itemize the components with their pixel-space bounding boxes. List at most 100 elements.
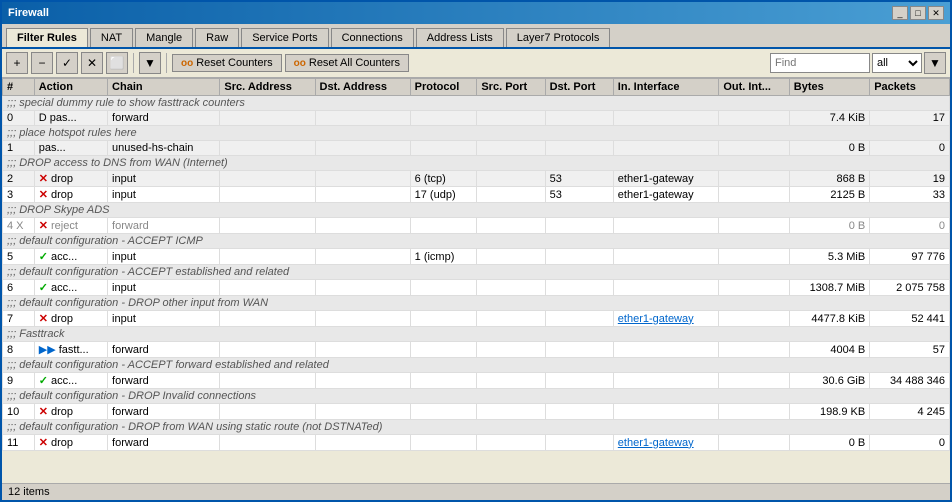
cell-action: ✕ drop: [34, 404, 107, 420]
cell-action: ✕ drop: [34, 435, 107, 451]
table-row[interactable]: 6✓ acc...input1308.7 MiB2 075 758: [3, 280, 950, 296]
section-header-row[interactable]: ;;; default configuration - ACCEPT ICMP: [3, 234, 950, 249]
cell-bytes: 0 B: [789, 435, 869, 451]
add-button[interactable]: +: [6, 52, 28, 74]
search-input[interactable]: [770, 53, 870, 73]
section-header-row[interactable]: ;;; DROP Skype ADS: [3, 203, 950, 218]
cell-bytes: 868 B: [789, 171, 869, 187]
table-row[interactable]: 8▶▶ fastt...forward4004 B57: [3, 342, 950, 358]
minimize-button[interactable]: _: [892, 6, 908, 20]
cell-in-iface: ether1-gateway: [613, 171, 719, 187]
cell-protocol: [410, 111, 477, 126]
section-header-row[interactable]: ;;; Fasttrack: [3, 327, 950, 342]
tab-mangle[interactable]: Mangle: [135, 28, 193, 47]
table-row[interactable]: 1pas...unused-hs-chain0 B0: [3, 141, 950, 156]
table-row[interactable]: 0D pas...forward7.4 KiB17: [3, 111, 950, 126]
cell-src-port: [477, 218, 545, 234]
section-header-row[interactable]: ;;; place hotspot rules here: [3, 126, 950, 141]
section-header-text: ;;; place hotspot rules here: [3, 126, 950, 141]
cell-protocol: [410, 373, 477, 389]
tab-connections[interactable]: Connections: [331, 28, 414, 47]
cell-chain: input: [108, 311, 220, 327]
cell-bytes: 0 B: [789, 218, 869, 234]
rules-table: # Action Chain Src. Address Dst. Address…: [2, 78, 950, 451]
table-row[interactable]: 9✓ acc...forward30.6 GiB34 488 346: [3, 373, 950, 389]
section-header-row[interactable]: ;;; default configuration - DROP Invalid…: [3, 389, 950, 404]
cell-num: 2: [3, 171, 35, 187]
cell-out-iface: [719, 171, 789, 187]
section-header-row[interactable]: ;;; default configuration - DROP from WA…: [3, 420, 950, 435]
section-header-row[interactable]: ;;; default configuration - ACCEPT estab…: [3, 265, 950, 280]
search-filter-select[interactable]: all: [872, 53, 922, 73]
cell-action: ✓ acc...: [34, 373, 107, 389]
col-bytes: Bytes: [789, 79, 869, 96]
col-src-port: Src. Port: [477, 79, 545, 96]
tab-filter-rules[interactable]: Filter Rules: [6, 28, 88, 47]
copy-button[interactable]: ⬜: [106, 52, 128, 74]
drop-icon: ✕: [39, 173, 48, 185]
reset-all-counters-button[interactable]: oo Reset All Counters: [285, 54, 409, 72]
cell-src-addr: [220, 218, 315, 234]
tab-raw[interactable]: Raw: [195, 28, 239, 47]
cell-chain: input: [108, 249, 220, 265]
cell-src-addr: [220, 249, 315, 265]
cell-num: 6: [3, 280, 35, 296]
tab-service-ports[interactable]: Service Ports: [241, 28, 328, 47]
cell-src-port: [477, 435, 545, 451]
table-row[interactable]: 7✕ dropinputether1-gateway4477.8 KiB52 4…: [3, 311, 950, 327]
cell-in-iface: [613, 342, 719, 358]
cell-in-iface: [613, 218, 719, 234]
search-dropdown-button[interactable]: ▼: [924, 52, 946, 74]
table-row[interactable]: 10✕ dropforward198.9 KB4 245: [3, 404, 950, 420]
cell-packets: 4 245: [870, 404, 950, 420]
tab-nat[interactable]: NAT: [90, 28, 133, 47]
cell-src-addr: [220, 435, 315, 451]
disable-button[interactable]: ✕: [81, 52, 103, 74]
section-header-row[interactable]: ;;; DROP access to DNS from WAN (Interne…: [3, 156, 950, 171]
table-row[interactable]: 5✓ acc...input1 (icmp)5.3 MiB97 776: [3, 249, 950, 265]
cell-num: 8: [3, 342, 35, 358]
enable-button[interactable]: ✓: [56, 52, 78, 74]
cell-num: 3: [3, 187, 35, 203]
oo-icon: oo: [181, 58, 193, 69]
table-row[interactable]: 3✕ dropinput17 (udp)53ether1-gateway2125…: [3, 187, 950, 203]
cell-src-port: [477, 171, 545, 187]
tab-address-lists[interactable]: Address Lists: [416, 28, 504, 47]
cell-src-port: [477, 141, 545, 156]
cell-in-iface: [613, 111, 719, 126]
table-row[interactable]: 2✕ dropinput6 (tcp)53ether1-gateway868 B…: [3, 171, 950, 187]
cell-chain: forward: [108, 342, 220, 358]
cell-dst-port: [545, 249, 613, 265]
drop-icon: ✕: [39, 189, 48, 201]
table-row[interactable]: 11✕ dropforwardether1-gateway0 B0: [3, 435, 950, 451]
cell-protocol: 6 (tcp): [410, 171, 477, 187]
cell-bytes: 5.3 MiB: [789, 249, 869, 265]
cell-packets: 52 441: [870, 311, 950, 327]
filter-button[interactable]: ▼: [139, 52, 161, 74]
cell-dst-port: [545, 342, 613, 358]
section-header-row[interactable]: ;;; default configuration - DROP other i…: [3, 296, 950, 311]
reset-counters-button[interactable]: oo Reset Counters: [172, 54, 282, 72]
cell-protocol: [410, 218, 477, 234]
cell-action: ✓ acc...: [34, 249, 107, 265]
remove-button[interactable]: −: [31, 52, 53, 74]
close-button[interactable]: ✕: [928, 6, 944, 20]
cell-bytes: 198.9 KB: [789, 404, 869, 420]
tab-layer7[interactable]: Layer7 Protocols: [506, 28, 611, 47]
rules-table-container[interactable]: # Action Chain Src. Address Dst. Address…: [2, 78, 950, 483]
cell-protocol: 17 (udp): [410, 187, 477, 203]
status-text: 12 items: [8, 486, 50, 498]
firewall-window: Firewall _ □ ✕ Filter Rules NAT Mangle R…: [0, 0, 952, 502]
cell-src-addr: [220, 187, 315, 203]
cell-dst-port: [545, 435, 613, 451]
section-header-row[interactable]: ;;; special dummy rule to show fasttrack…: [3, 96, 950, 111]
cell-in-iface: [613, 141, 719, 156]
cell-chain: forward: [108, 111, 220, 126]
cell-protocol: [410, 342, 477, 358]
maximize-button[interactable]: □: [910, 6, 926, 20]
table-row[interactable]: 4 X✕ rejectforward0 B0: [3, 218, 950, 234]
cell-src-port: [477, 280, 545, 296]
cell-dst-addr: [315, 141, 410, 156]
section-header-row[interactable]: ;;; default configuration - ACCEPT forwa…: [3, 358, 950, 373]
col-packets: Packets: [870, 79, 950, 96]
